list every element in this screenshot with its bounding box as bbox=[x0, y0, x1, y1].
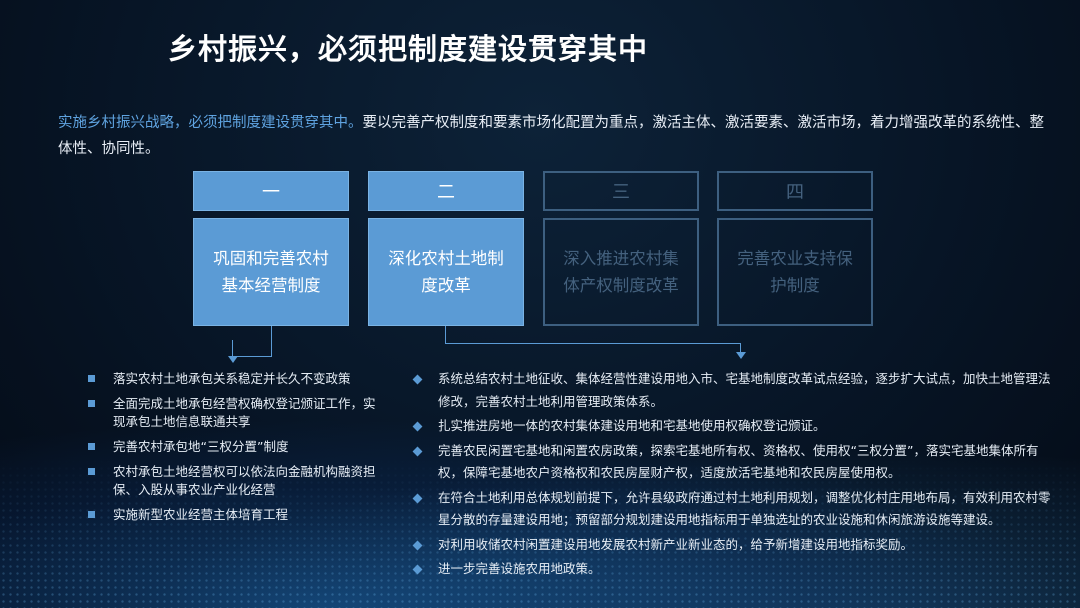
arrow-down-icon bbox=[228, 356, 238, 363]
square-bullet-icon bbox=[88, 468, 95, 475]
connector-line-2-down bbox=[740, 343, 741, 352]
list-item: 系统总结农村土地征收、集体经营性建设用地入市、宅基地制度改革试点经验，逐步扩大试… bbox=[412, 368, 1062, 413]
square-bullet-icon bbox=[88, 443, 95, 450]
diamond-bullet-icon bbox=[412, 540, 423, 550]
diamond-bullet-icon bbox=[412, 564, 423, 575]
column-card-4: 完善农业支持保护制度 bbox=[717, 218, 873, 326]
right-bullet-list: 系统总结农村土地征收、集体经营性建设用地入市、宅基地制度改革试点经验，逐步扩大试… bbox=[412, 368, 1062, 583]
list-item: 对利用收储农村闲置建设用地发展农村新产业新业态的，给予新增建设用地指标奖励。 bbox=[412, 534, 1062, 557]
intro-highlight: 实施乡村振兴战略，必须把制度建设贯穿其中。 bbox=[58, 115, 363, 131]
left-bullet-list: 落实农村土地承包关系稳定并长久不变政策 全面完成土地承包经营权确权登记颁证工作，… bbox=[88, 370, 378, 531]
page-title: 乡村振兴，必须把制度建设贯穿其中 bbox=[168, 32, 649, 66]
connector-line-2-stem bbox=[445, 326, 446, 344]
column-card-1: 巩固和完善农村基本经营制度 bbox=[193, 218, 349, 326]
list-item: 完善农村承包地“三权分置”制度 bbox=[88, 438, 378, 456]
square-bullet-icon bbox=[88, 400, 95, 407]
list-item: 农村承包土地经营权可以依法向金融机构融资担保、入股从事农业产业化经营 bbox=[88, 463, 378, 499]
connector-line-2-horizontal bbox=[445, 343, 740, 344]
list-item: 完善农民闲置宅基地和闲置农房政策，探索宅基地所有权、资格权、使用权“三权分置”，… bbox=[412, 440, 1062, 485]
connector-line-2-wrap bbox=[445, 326, 741, 344]
column-card-2: 深化农村土地制度改革 bbox=[368, 218, 524, 326]
column-number-3: 三 bbox=[543, 171, 699, 211]
arrow-down-icon bbox=[736, 352, 746, 359]
square-bullet-icon bbox=[88, 375, 95, 382]
column-number-4: 四 bbox=[717, 171, 873, 211]
list-item: 实施新型农业经营主体培育工程 bbox=[88, 506, 378, 524]
diamond-bullet-icon bbox=[412, 446, 423, 456]
diamond-bullet-icon bbox=[412, 374, 423, 385]
diamond-bullet-icon bbox=[412, 421, 423, 432]
intro-paragraph: 实施乡村振兴战略，必须把制度建设贯穿其中。要以完善产权制度和要素市场化配置为重点… bbox=[58, 110, 1048, 162]
list-item: 进一步完善设施农用地政策。 bbox=[412, 558, 1062, 581]
list-item: 在符合土地利用总体规划前提下，允许县级政府通过村土地利用规划，调整优化村庄用地布… bbox=[412, 487, 1062, 532]
connector-line-1-down bbox=[232, 340, 233, 356]
list-item: 扎实推进房地一体的农村集体建设用地和宅基地使用权确权登记颁证。 bbox=[412, 415, 1062, 438]
column-card-3: 深入推进农村集体产权制度改革 bbox=[543, 218, 699, 326]
connector-line-1 bbox=[233, 326, 272, 357]
square-bullet-icon bbox=[88, 511, 95, 518]
list-item: 全面完成土地承包经营权确权登记颁证工作，实现承包土地信息联通共享 bbox=[88, 395, 378, 431]
list-item: 落实农村土地承包关系稳定并长久不变政策 bbox=[88, 370, 378, 388]
diamond-bullet-icon bbox=[412, 493, 423, 503]
column-number-2: 二 bbox=[368, 171, 524, 211]
column-number-1: 一 bbox=[193, 171, 349, 211]
